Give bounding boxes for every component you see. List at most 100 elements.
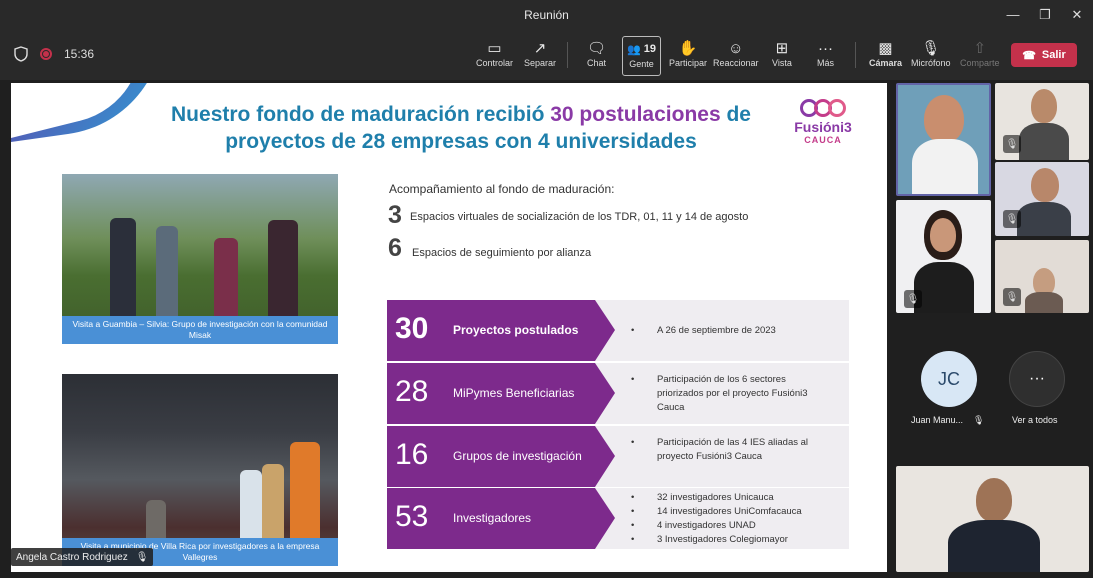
row-number: 16	[395, 438, 429, 471]
mic-off-icon: 🎙	[904, 290, 922, 308]
presenter-name: Angela Castro Rodriguez	[16, 551, 128, 563]
control-button[interactable]: ▭ Controlar	[476, 38, 513, 74]
factory-visit-photo: Visita a municipio de Villa Rica por inv…	[62, 374, 338, 566]
more-label: Más	[817, 58, 835, 68]
detail-item: 14 investigadores UniComfacauca	[631, 505, 802, 519]
presenter-name-badge: Angela Castro Rodriguez 🎙	[11, 548, 154, 566]
smiley-icon: ☺	[728, 39, 744, 57]
title-text: Nuestro fondo de maduración recibió	[171, 103, 551, 126]
stat-row: 30 Proyectos postulados A 26 de septiemb…	[387, 300, 849, 361]
detail-item: A 26 de septiembre de 2023	[631, 324, 776, 338]
logo-brand: Fusióni3	[794, 119, 852, 135]
separate-label: Separar	[524, 58, 557, 68]
stat-number: 6	[388, 234, 402, 262]
ellipsis-icon: ···	[818, 39, 833, 57]
close-icon[interactable]: ✕	[1068, 6, 1086, 24]
self-video-tile[interactable]	[896, 466, 1089, 572]
hand-icon: ✋	[678, 40, 698, 57]
control-label: Controlar	[476, 58, 514, 68]
chat-label: Chat	[587, 58, 607, 68]
leave-button[interactable]: ☎ Salir	[1011, 43, 1077, 67]
avatar-initials: JC	[938, 368, 960, 389]
photo-caption: Visita a Guambia – Silvia: Grupo de inve…	[62, 316, 338, 344]
logo-sub: CAUCA	[804, 135, 842, 145]
separate-button[interactable]: ↗ Separar	[524, 38, 556, 74]
microphone-button[interactable]: 🎙 Micrófono	[911, 38, 951, 74]
mic-off-icon: 🎙	[973, 415, 985, 425]
phone-hangup-icon: ☎	[1022, 49, 1036, 62]
more-button[interactable]: ··· Más	[817, 38, 834, 74]
view-button[interactable]: ⊞ Vista	[772, 38, 792, 74]
participant-avatar[interactable]: JC	[921, 351, 977, 407]
toolbar-divider	[855, 42, 856, 68]
row-details: Participación de las 4 IES aliadas al pr…	[631, 436, 831, 464]
view-label: Vista	[772, 58, 792, 68]
people-icon: 👥 19	[627, 43, 657, 56]
mic-off-icon: 🎙	[135, 551, 149, 563]
meeting-toolbar: 15:36 ▭ Controlar ↗ Separar 🗨 Chat 👥 19 …	[0, 30, 1093, 80]
react-button[interactable]: ☺ Reaccionar	[713, 38, 759, 74]
row-label: Proyectos postulados	[453, 323, 579, 337]
chat-button[interactable]: 🗨 Chat	[587, 38, 606, 74]
row-label: MiPymes Beneficiarias	[453, 386, 575, 400]
shared-slide: Nuestro fondo de maduración recibió 30 p…	[11, 83, 887, 572]
mic-off-icon: 🎙	[1003, 288, 1021, 306]
people-button[interactable]: 👥 19 Gente	[622, 36, 662, 76]
accompaniment-title: Acompañamiento al fondo de maduración:	[389, 182, 615, 196]
raise-hand-button[interactable]: ✋ Participar	[669, 38, 707, 74]
row-label: Grupos de investigación	[453, 449, 582, 463]
shield-icon	[14, 46, 28, 62]
participant-name: Juan Manu... 🎙	[911, 415, 984, 426]
slide-title: Nuestro fondo de maduración recibió 30 p…	[161, 101, 761, 155]
detail-item: 4 investigadores UNAD	[631, 519, 802, 533]
monitor-icon: ▭	[487, 40, 502, 57]
participant-name-text: Juan Manu...	[911, 415, 964, 425]
detail-item: Participación de las 4 IES aliadas al pr…	[631, 436, 831, 464]
detail-item: 32 investigadores Unicauca	[631, 491, 802, 505]
row-details: Participación de los 6 sectores prioriza…	[631, 373, 831, 415]
share-button[interactable]: ⇧ Comparte	[960, 38, 1000, 74]
participant-video-tile[interactable]	[896, 83, 991, 196]
pop-out-icon: ↗	[533, 40, 547, 57]
row-number: 30	[395, 312, 429, 345]
detail-item: 3 Investigadores Colegiomayor	[631, 533, 802, 547]
participant-video-tile[interactable]: 🎙	[995, 240, 1089, 313]
ellipsis-icon: ···	[1029, 370, 1045, 387]
stat-row: 28 MiPymes Beneficiarias Participación d…	[387, 363, 849, 424]
leave-label: Salir	[1041, 49, 1066, 61]
row-details: 32 investigadores Unicauca 14 investigad…	[631, 491, 802, 547]
participant-video-tile[interactable]: 🎙	[896, 200, 991, 313]
stat-text: Espacios virtuales de socialización de l…	[410, 211, 749, 223]
toolbar-divider	[567, 42, 568, 68]
participant-video-tile[interactable]: 🎙	[995, 83, 1089, 160]
maximize-icon[interactable]: ❐	[1036, 6, 1054, 24]
window-title: Reunión	[524, 8, 569, 22]
raise-hand-label: Participar	[669, 58, 708, 68]
meeting-time: 15:36	[64, 47, 95, 61]
stat-number: 3	[388, 201, 402, 229]
title-bar: Reunión — ❐ ✕	[0, 0, 1093, 30]
field-visit-photo: Visita a Guambia – Silvia: Grupo de inve…	[62, 174, 338, 344]
stat-row: 53 Investigadores 32 investigadores Unic…	[387, 488, 849, 549]
people-count: 19	[643, 43, 657, 55]
camera-label: Cámara	[869, 58, 903, 68]
minimize-icon[interactable]: —	[1004, 6, 1022, 24]
participant-video-tile[interactable]: 🎙	[995, 162, 1089, 236]
row-number: 28	[395, 375, 429, 408]
people-label: Gente	[629, 59, 654, 69]
row-details: A 26 de septiembre de 2023	[631, 324, 776, 338]
microphone-label: Micrófono	[911, 58, 951, 68]
camera-button[interactable]: ▩ Cámara	[869, 38, 902, 74]
react-label: Reaccionar	[713, 58, 759, 68]
stat-row: 16 Grupos de investigación Participación…	[387, 426, 849, 487]
row-label: Investigadores	[453, 511, 532, 525]
mic-off-icon: 🎙	[1003, 135, 1021, 153]
fusion-logo: Fusióni3 CAUCA	[783, 99, 863, 145]
chat-icon: 🗨	[587, 40, 607, 57]
detail-item: Participación de los 6 sectores prioriza…	[631, 373, 831, 415]
share-icon: ⇧	[973, 40, 987, 57]
view-all-button[interactable]: ···	[1009, 351, 1065, 407]
mic-off-icon: 🎙	[921, 40, 941, 57]
grid-icon: ⊞	[775, 40, 789, 57]
mic-off-icon: 🎙	[1003, 210, 1021, 228]
